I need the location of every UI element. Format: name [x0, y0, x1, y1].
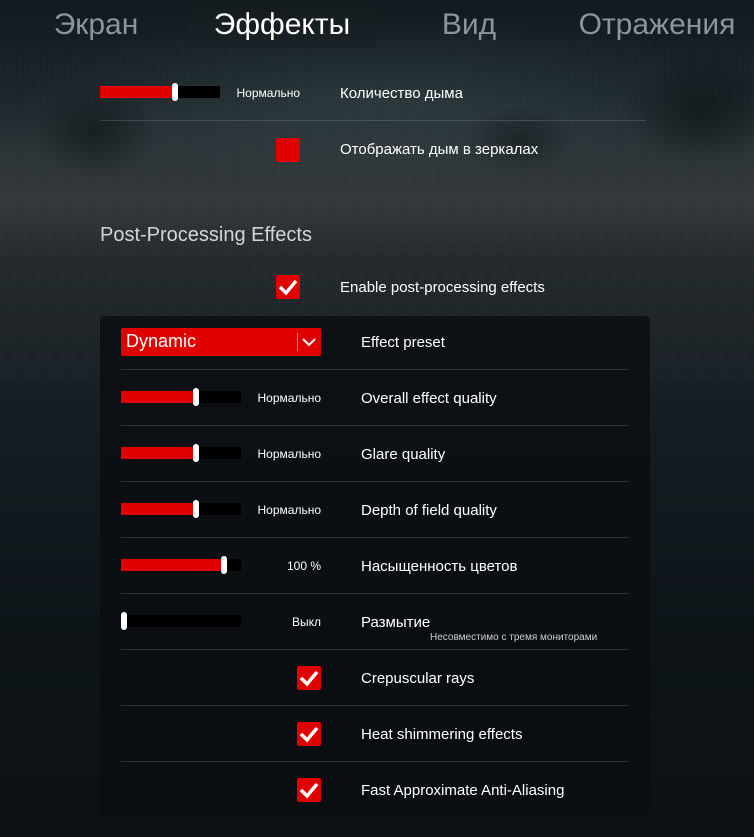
checkmark-icon [299, 726, 319, 743]
glare-quality-label: Glare quality [361, 446, 446, 463]
overall-effect-quality-slider[interactable] [121, 388, 241, 406]
divider [121, 761, 629, 762]
divider [121, 425, 629, 426]
slider-fill [121, 503, 196, 515]
overall-effect-quality-value: Нормально [257, 391, 322, 405]
slider-thumb[interactable] [193, 500, 199, 518]
divider [121, 537, 629, 538]
smoke-amount-value: Нормально [236, 86, 301, 100]
slider-fill [100, 86, 175, 98]
fxaa-checkbox[interactable] [297, 778, 321, 802]
effect-preset-label: Effect preset [361, 334, 445, 351]
glare-quality-value: Нормально [257, 447, 322, 461]
fxaa-label: Fast Approximate Anti-Aliasing [361, 782, 565, 799]
tab-screen[interactable]: Экран [48, 0, 144, 48]
smoke-mirrors-label: Отображать дым в зеркалах [340, 141, 539, 158]
effect-preset-dropdown[interactable]: Dynamic [121, 328, 321, 356]
heat-shimmering-checkbox[interactable] [297, 722, 321, 746]
divider [121, 369, 629, 370]
smoke-amount-slider[interactable] [100, 83, 220, 101]
tab-effects[interactable]: Эффекты [188, 0, 376, 48]
heat-shimmering-label: Heat shimmering effects [361, 726, 523, 743]
crepuscular-rays-label: Crepuscular rays [361, 670, 475, 687]
depth-of-field-quality-slider[interactable] [121, 500, 241, 518]
blur-slider[interactable] [121, 612, 241, 630]
slider-thumb[interactable] [193, 388, 199, 406]
smoke-amount-label: Количество дыма [340, 85, 463, 102]
effect-preset-value: Dynamic [126, 331, 197, 351]
slider-thumb[interactable] [121, 612, 127, 630]
color-saturation-label: Насыщенность цветов [361, 558, 518, 575]
background-scenery [0, 40, 754, 240]
enable-post-processing-label: Enable post-processing effects [340, 279, 545, 296]
checkmark-icon [299, 670, 319, 687]
blur-incompatibility-note: Несовместимо с тремя мониторами [430, 632, 598, 643]
divider [121, 481, 629, 482]
tab-view[interactable]: Вид [437, 0, 501, 48]
divider [121, 649, 629, 650]
dropdown-divider [297, 333, 298, 351]
section-title-post-processing: Post-Processing Effects [100, 224, 312, 246]
slider-fill [121, 391, 196, 403]
settings-page: Экран Эффекты Вид Отражения Нормально Ко… [0, 0, 754, 837]
divider [121, 593, 629, 594]
blur-value: Выкл [291, 615, 321, 629]
smoke-mirrors-checkbox[interactable] [276, 138, 300, 162]
divider [100, 120, 646, 121]
slider-thumb[interactable] [172, 83, 178, 101]
tab-reflections[interactable]: Отражения [571, 0, 743, 48]
divider [121, 705, 629, 706]
tab-bar: Экран Эффекты Вид Отражения [0, 0, 754, 48]
slider-thumb[interactable] [221, 556, 227, 574]
depth-of-field-quality-value: Нормально [257, 503, 322, 517]
color-saturation-value: 100 % [286, 559, 321, 573]
slider-fill [121, 447, 196, 459]
blur-label: Размытие [361, 614, 431, 631]
slider-fill [121, 559, 224, 571]
overall-effect-quality-label: Overall effect quality [361, 390, 497, 407]
slider-thumb[interactable] [193, 444, 199, 462]
color-saturation-slider[interactable] [121, 556, 241, 574]
chevron-down-icon [302, 338, 316, 347]
depth-of-field-quality-label: Depth of field quality [361, 502, 497, 519]
glare-quality-slider[interactable] [121, 444, 241, 462]
enable-post-processing-checkbox[interactable] [276, 275, 300, 299]
checkmark-icon [299, 782, 319, 799]
checkmark-icon [278, 279, 298, 296]
crepuscular-rays-checkbox[interactable] [297, 666, 321, 690]
